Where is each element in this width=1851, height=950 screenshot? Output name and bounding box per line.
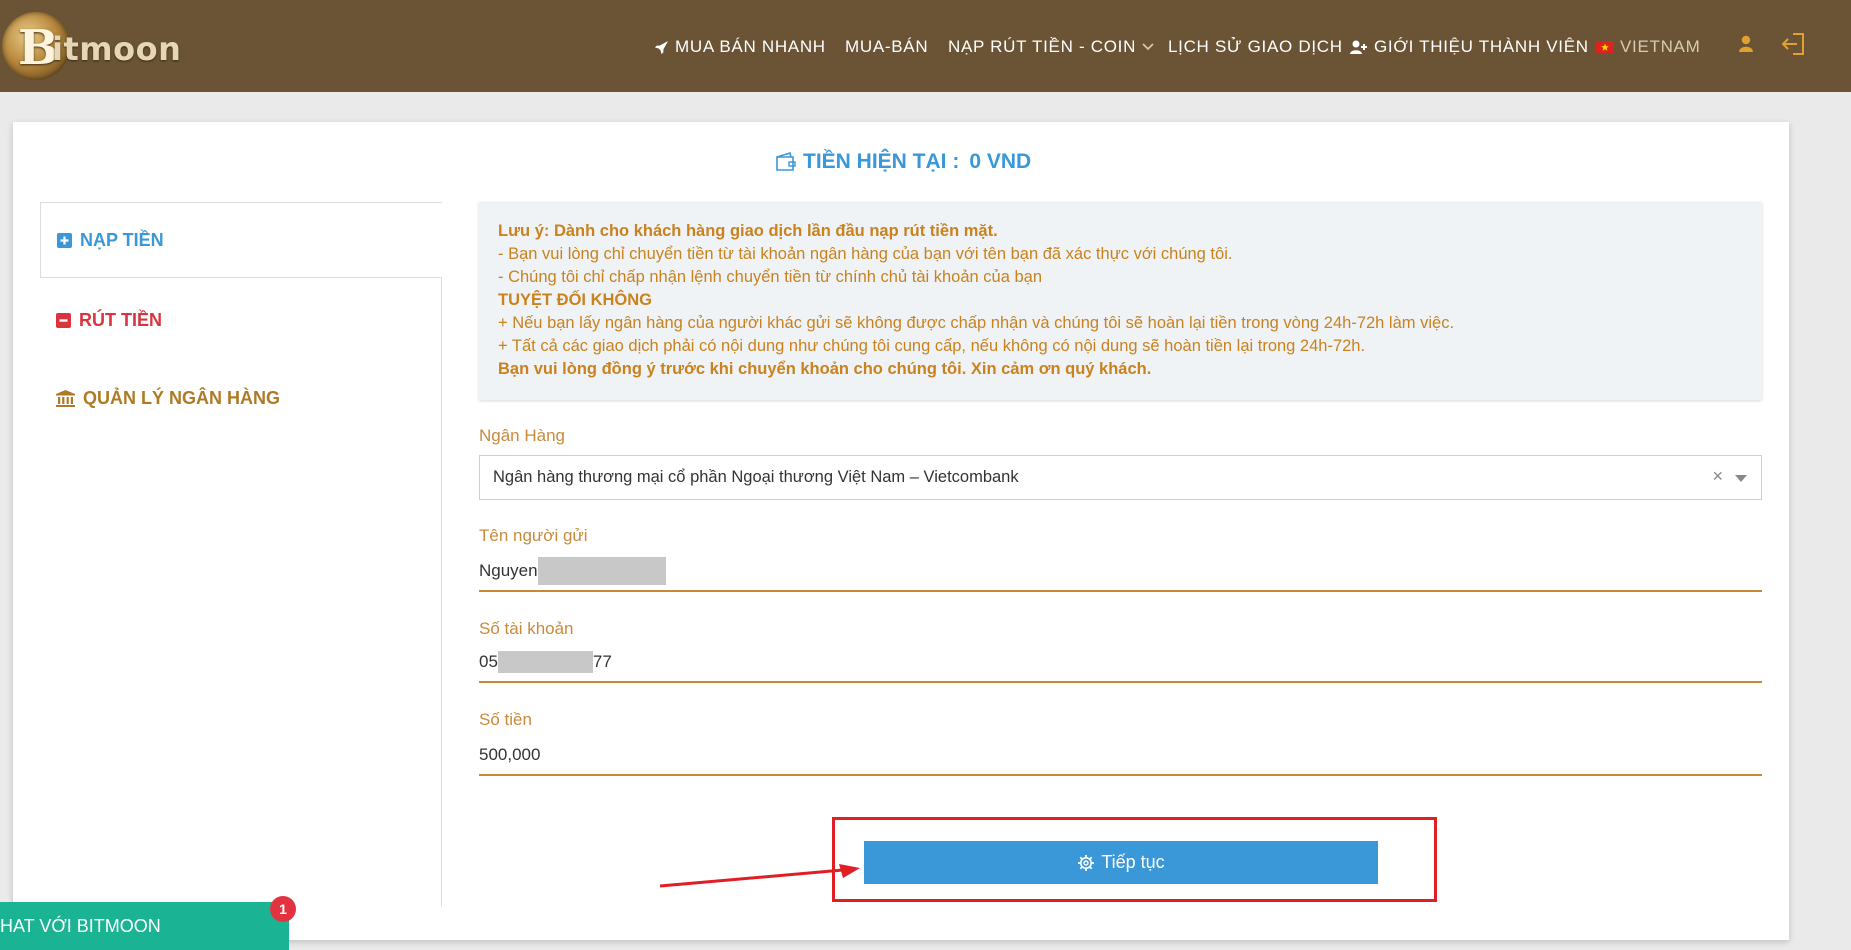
nav-quick-trade-label: MUA BÁN NHANH xyxy=(675,37,826,56)
minus-square-icon xyxy=(56,312,71,328)
sender-name-input[interactable]: Nguyen xyxy=(479,552,1762,592)
nav-quick-trade[interactable]: MUA BÁN NHANH xyxy=(654,36,826,58)
bank-select-value: Ngân hàng thương mại cổ phần Ngoại thươn… xyxy=(493,468,1019,486)
amount-label: Số tiền xyxy=(479,710,532,729)
sidebar-item-withdraw[interactable]: RÚT TIỀN xyxy=(40,282,442,358)
caret-down-icon[interactable] xyxy=(1735,475,1747,482)
nav-language[interactable]: VIETNAM xyxy=(1596,36,1700,58)
gear-icon xyxy=(1078,854,1095,871)
nav-referral[interactable]: GIỚI THIỆU THÀNH VIÊN xyxy=(1350,36,1589,58)
notice-line-1: - Bạn vui lòng chỉ chuyển tiền từ tài kh… xyxy=(498,245,1233,263)
continue-button-label: Tiếp tục xyxy=(1101,852,1165,872)
sidebar-item-bank-management[interactable]: QUẢN LÝ NGÂN HÀNG xyxy=(40,360,442,436)
sign-out-icon[interactable] xyxy=(1781,32,1805,56)
nav-history[interactable]: LỊCH SỬ GIAO DỊCH xyxy=(1168,36,1343,58)
notice-line-2: - Chúng tôi chỉ chấp nhận lệnh chuyển ti… xyxy=(498,268,1043,286)
bank-label: Ngân Hàng xyxy=(479,426,566,445)
sidebar: NẠP TIỀN RÚT TIỀN QUẢN LÝ NGÂN HÀNG xyxy=(40,202,442,907)
notice-warning: TUYỆT ĐỐI KHÔNG xyxy=(498,291,653,309)
nav-deposit-withdraw[interactable]: NẠP RÚT TIỀN - COIN xyxy=(948,36,1154,58)
sender-name-value: Nguyen xyxy=(479,561,538,580)
clear-icon[interactable]: × xyxy=(1712,466,1723,487)
balance-heading: TIỀN HIỆN TẠI : 0 VND xyxy=(775,148,1031,176)
nav-referral-label: GIỚI THIỆU THÀNH VIÊN xyxy=(1374,37,1589,56)
balance-label: TIỀN HIỆN TẠI : xyxy=(803,150,960,173)
nav-language-label: VIETNAM xyxy=(1620,37,1701,56)
continue-button[interactable]: Tiếp tục xyxy=(864,841,1378,884)
plus-square-icon xyxy=(57,232,72,248)
chevron-down-icon xyxy=(1142,43,1154,51)
sidebar-item-bank-management-label: QUẢN LÝ NGÂN HÀNG xyxy=(83,387,280,408)
vietnam-flag-icon xyxy=(1596,41,1614,53)
bank-select[interactable]: Ngân hàng thương mại cổ phần Ngoại thươn… xyxy=(479,455,1762,500)
nav-deposit-withdraw-label: NẠP RÚT TIỀN - COIN xyxy=(948,37,1137,56)
rocket-icon xyxy=(654,40,669,54)
redacted-block xyxy=(537,557,666,585)
nav-history-label: LỊCH SỬ GIAO DỊCH xyxy=(1168,37,1343,56)
account-number-input[interactable]: 05 77 xyxy=(479,643,1762,683)
amount-input[interactable]: 500,000 xyxy=(479,736,1762,776)
notice-title: Lưu ý: Dành cho khách hàng giao dịch lần… xyxy=(498,222,998,240)
top-header: B itmoon MUA BÁN NHANH MUA-BÁN NẠP RÚT T… xyxy=(0,0,1851,92)
main-nav: MUA BÁN NHANH MUA-BÁN NẠP RÚT TIỀN - COI… xyxy=(0,36,1851,58)
sidebar-item-deposit[interactable]: NẠP TIỀN xyxy=(40,202,442,278)
wallet-icon xyxy=(776,152,796,171)
amount-value: 500,000 xyxy=(479,745,541,764)
notice-box: Lưu ý: Dành cho khách hàng giao dịch lần… xyxy=(479,202,1762,400)
arrow-annotation xyxy=(659,864,860,888)
sidebar-item-deposit-label: NẠP TIỀN xyxy=(80,229,164,250)
nav-buy-sell-label: MUA-BÁN xyxy=(845,37,929,56)
chat-unread-badge: 1 xyxy=(270,896,296,922)
account-number-prefix: 05 xyxy=(479,652,498,671)
user-plus-icon xyxy=(1350,40,1367,54)
nav-buy-sell[interactable]: MUA-BÁN xyxy=(845,36,928,58)
sender-name-label: Tên người gửi xyxy=(479,526,588,545)
user-icon[interactable] xyxy=(1739,35,1753,52)
notice-line-3: + Nếu bạn lấy ngân hàng của người khác g… xyxy=(498,314,1455,332)
account-number-label: Số tài khoản xyxy=(479,619,574,638)
balance-value: 0 VND xyxy=(969,150,1032,173)
bank-icon xyxy=(56,389,75,407)
sidebar-item-withdraw-label: RÚT TIỀN xyxy=(79,309,162,330)
notice-line-4: + Tất cả các giao dịch phải có nội dung … xyxy=(498,337,1366,355)
chat-label: HAT VỚI BITMOON xyxy=(0,915,161,936)
chat-widget[interactable]: HAT VỚI BITMOON xyxy=(0,902,289,950)
account-number-suffix: 77 xyxy=(592,652,612,671)
notice-closing: Bạn vui lòng đồng ý trước khi chuyển kho… xyxy=(498,360,1152,378)
redacted-block xyxy=(497,651,593,673)
